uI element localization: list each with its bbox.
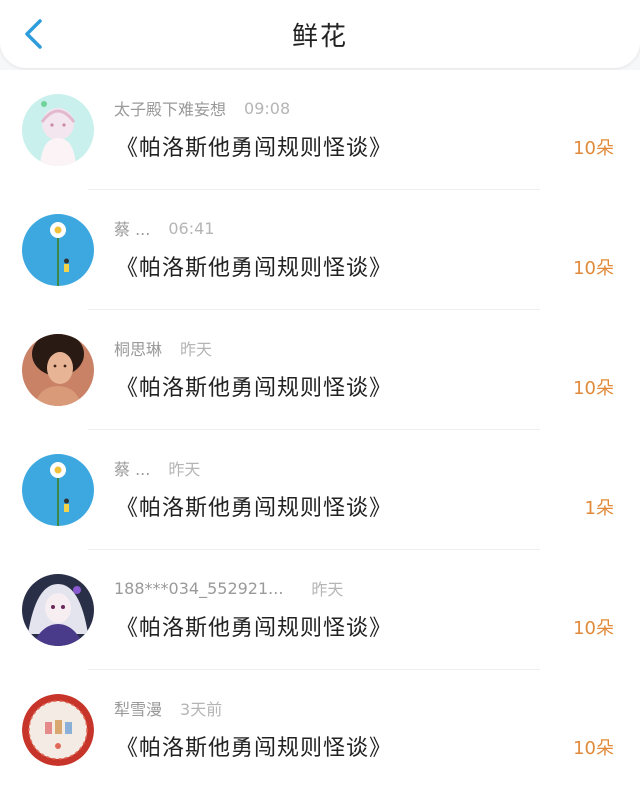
user-name: 桐思琳 <box>114 340 163 359</box>
page-title: 鲜花 <box>291 22 348 52</box>
flower-count: 10朵 <box>573 738 614 759</box>
book-title: 《帕洛斯他勇闯规则怪谈》 <box>116 376 393 401</box>
flower-count: 10朵 <box>573 138 614 159</box>
user-name: 188***034_552921... <box>114 578 284 598</box>
flower-count: 10朵 <box>573 378 614 399</box>
book-title: 《帕洛斯他勇闯规则怪谈》 <box>116 736 393 761</box>
timestamp: 昨天 <box>180 340 213 359</box>
list-item[interactable]: 蔡 ... 06:41 《帕洛斯他勇闯规则怪谈》 10朵 <box>0 190 640 310</box>
timestamp: 昨天 <box>311 580 344 599</box>
avatar[interactable] <box>22 454 94 526</box>
flower-count: 10朵 <box>573 618 614 639</box>
user-name: 蔡 ... <box>114 460 151 479</box>
list-item[interactable]: 犁雪漫 3天前 《帕洛斯他勇闯规则怪谈》 10朵 <box>0 670 640 786</box>
user-name: 蔡 ... <box>114 220 151 239</box>
avatar[interactable] <box>22 214 94 286</box>
flowers-page: 鲜花 太子殿下难妄想 09:08 《帕洛斯他勇闯规则怪谈》 10朵 蔡 ... … <box>0 0 640 786</box>
gift-list: 太子殿下难妄想 09:08 《帕洛斯他勇闯规则怪谈》 10朵 蔡 ... 06:… <box>0 70 640 786</box>
book-title: 《帕洛斯他勇闯规则怪谈》 <box>116 616 393 641</box>
list-item[interactable]: 桐思琳 昨天 《帕洛斯他勇闯规则怪谈》 10朵 <box>0 310 640 430</box>
timestamp: 3天前 <box>180 700 223 719</box>
timestamp: 06:41 <box>168 218 215 238</box>
user-name: 太子殿下难妄想 <box>114 100 227 119</box>
top-bar: 鲜花 <box>0 0 640 68</box>
flower-count: 10朵 <box>573 258 614 279</box>
avatar[interactable] <box>22 94 94 166</box>
flower-count: 1朵 <box>584 498 614 519</box>
avatar[interactable] <box>22 574 94 646</box>
book-title: 《帕洛斯他勇闯规则怪谈》 <box>116 256 393 281</box>
list-item[interactable]: 蔡 ... 昨天 《帕洛斯他勇闯规则怪谈》 1朵 <box>0 430 640 550</box>
timestamp: 09:08 <box>244 98 291 118</box>
avatar[interactable] <box>22 694 94 766</box>
user-name: 犁雪漫 <box>114 700 163 719</box>
avatar[interactable] <box>22 334 94 406</box>
book-title: 《帕洛斯他勇闯规则怪谈》 <box>116 496 393 521</box>
list-item[interactable]: 太子殿下难妄想 09:08 《帕洛斯他勇闯规则怪谈》 10朵 <box>0 70 640 190</box>
book-title: 《帕洛斯他勇闯规则怪谈》 <box>116 136 393 161</box>
timestamp: 昨天 <box>168 460 201 479</box>
list-item[interactable]: 188***034_552921... 昨天 《帕洛斯他勇闯规则怪谈》 10朵 <box>0 550 640 670</box>
